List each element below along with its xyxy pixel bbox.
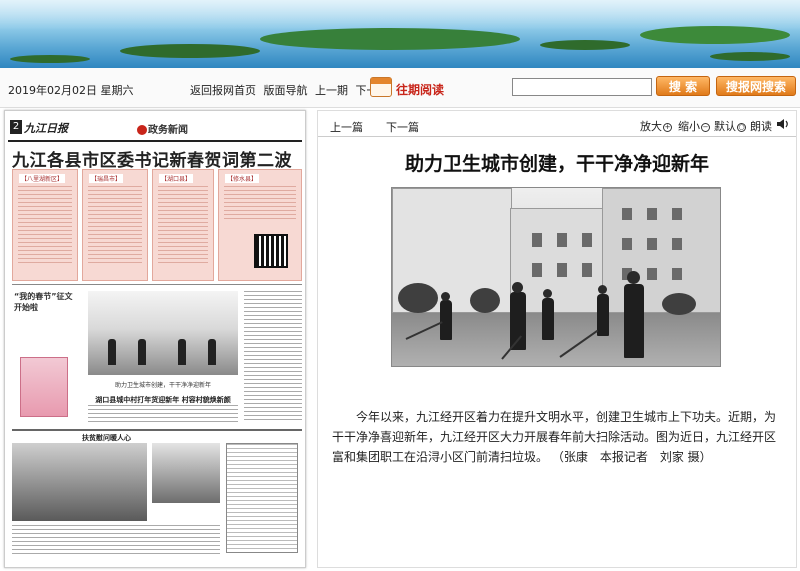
poverty-visit-photo[interactable]	[12, 443, 147, 521]
section-name: 政务新闻	[136, 121, 188, 136]
qr-code	[254, 234, 288, 268]
banner-island	[540, 40, 630, 50]
greeting-box[interactable]: 【瑞昌市】	[82, 169, 148, 281]
prev-issue-link[interactable]: 上一期	[315, 84, 348, 97]
default-size-button[interactable]: 默认 ○	[714, 118, 746, 134]
article-panel: 上一篇 下一篇 放大 + 缩小 − 默认 ○ 朗读 助力卫生城市创建，干干净净迎新年	[317, 110, 797, 568]
issue-date: 2019年02月02日 星期六	[8, 84, 134, 97]
article-subhead[interactable]: 湖口县城中村打年货迎新年 村容村貌焕新颜	[88, 395, 238, 405]
banner-image	[0, 0, 800, 68]
article-text-column[interactable]	[244, 291, 302, 421]
home-link[interactable]: 返回报网首页	[190, 84, 256, 97]
zoom-in-button[interactable]: 放大 +	[640, 118, 672, 134]
speaker-icon[interactable]	[776, 117, 790, 131]
newspaper-page: 2 九江日报 政务新闻 九江各县市区委书记新春贺词第二波 【八里湖新区】 【瑞昌…	[8, 114, 302, 564]
plus-icon: +	[663, 122, 672, 132]
middle-section: “我的春节”征文开始啦 助力卫生城市创建，干干净净迎新年 湖口县城中村打年货迎新…	[12, 284, 302, 424]
poverty-visit-photo-2[interactable]	[152, 443, 220, 503]
section-dot-icon	[137, 125, 147, 135]
bottom-text-block	[12, 525, 220, 557]
page-number: 2	[10, 120, 22, 134]
next-article-link[interactable]: 下一篇	[386, 119, 419, 135]
read-aloud-button[interactable]: 朗读	[750, 118, 772, 134]
top-toolbar: 2019年02月02日 星期六 返回报网首页 版面导航 上一期 下一期 往期阅读…	[0, 68, 800, 108]
calendar-icon[interactable]	[370, 77, 392, 97]
issue-nav: 返回报网首页 版面导航 上一期 下一期	[190, 82, 393, 98]
banner-island	[640, 26, 790, 44]
cleaning-photo-thumbnail[interactable]	[88, 291, 238, 375]
article-title: 助力卫生城市创建，干干净净迎新年	[404, 153, 709, 175]
bottom-headline[interactable]: 扶贫慰问暖人心	[82, 433, 131, 443]
reset-icon: ○	[737, 122, 746, 132]
banner-island	[260, 28, 520, 50]
bottom-section: 扶贫慰问暖人心	[12, 429, 302, 559]
search-button[interactable]: 搜 索	[656, 76, 710, 96]
article-text-block	[88, 405, 238, 423]
search-input[interactable]	[512, 78, 652, 96]
minus-icon: −	[701, 122, 710, 132]
article-body: 今年以来，九江经开区着力在提升文明水平，创建卫生城市上下功夫。近期，为干干净净喜…	[332, 410, 777, 464]
page-header: 2 九江日报 政务新闻	[8, 114, 302, 142]
page-guide-link[interactable]: 版面导航	[264, 84, 308, 97]
site-search-button[interactable]: 搜报网搜索	[716, 76, 796, 96]
banner-island	[120, 44, 260, 58]
photo-caption: 助力卫生城市创建，干干净净迎新年	[114, 382, 211, 389]
banner-island	[10, 55, 90, 63]
banner-island	[710, 52, 790, 61]
essay-poster	[20, 357, 68, 417]
essay-sidebar[interactable]: “我的春节”征文开始啦	[12, 287, 82, 423]
newspaper-page-thumbnail[interactable]: 2 九江日报 政务新闻 九江各县市区委书记新春贺词第二波 【八里湖新区】 【瑞昌…	[4, 110, 306, 568]
banner-haze	[0, 0, 800, 30]
zoom-out-button[interactable]: 缩小 −	[678, 118, 710, 134]
article-toolbar: 上一篇 下一篇 放大 + 缩小 − 默认 ○ 朗读	[318, 111, 796, 137]
boxed-article[interactable]	[226, 443, 298, 553]
essay-sidebar-title: “我的春节”征文开始啦	[14, 292, 73, 312]
past-reading-link[interactable]: 往期阅读	[396, 81, 444, 98]
page-headline[interactable]: 九江各县市区委书记新春贺词第二波	[12, 146, 298, 171]
article-photo	[391, 187, 721, 367]
greeting-box[interactable]: 【八里湖新区】	[12, 169, 78, 281]
prev-article-link[interactable]: 上一篇	[330, 119, 363, 135]
newspaper-logo: 九江日报	[24, 122, 68, 135]
greeting-box[interactable]: 【湖口县】	[152, 169, 214, 281]
